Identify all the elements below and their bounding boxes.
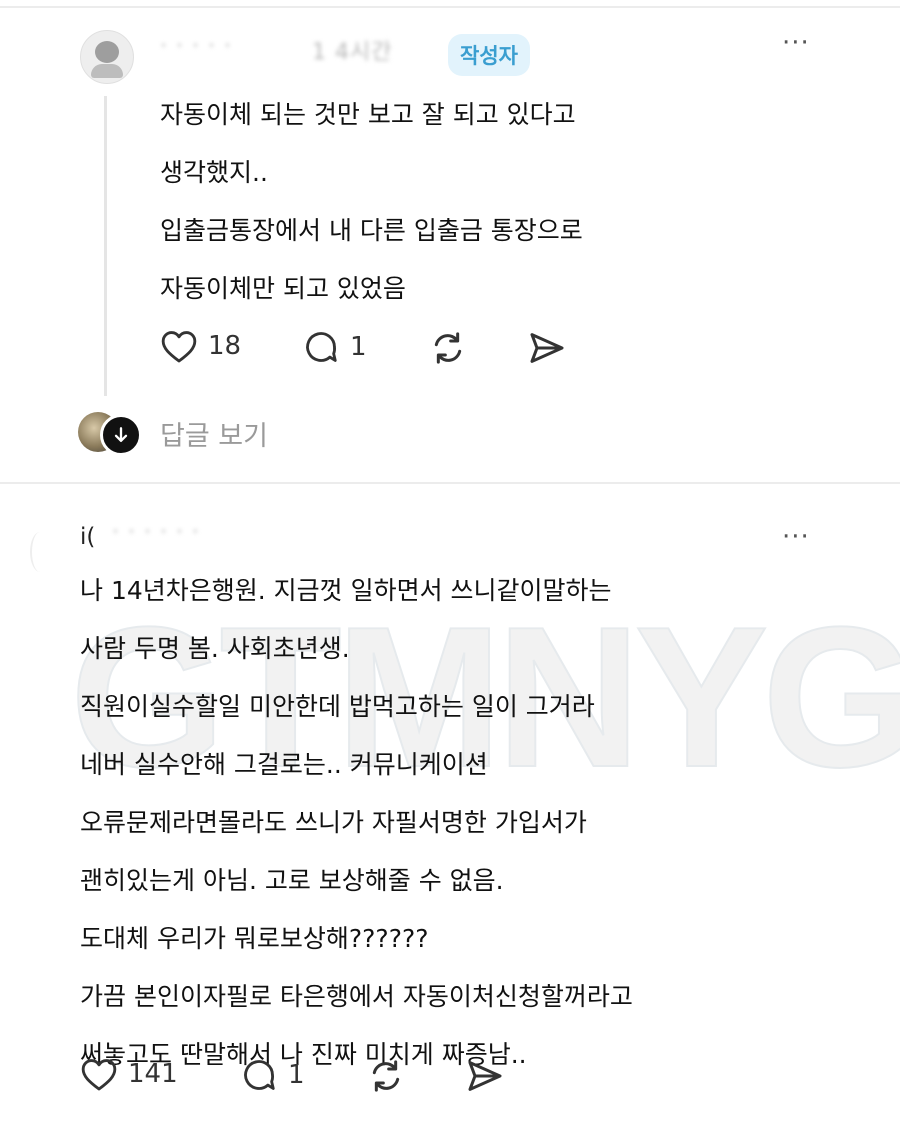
reply-count: 1 xyxy=(288,1060,305,1090)
comment-line: 네버 실수안해 그걸로는.. 커뮤니케이션 xyxy=(80,750,488,779)
comment-line: 도대체 우리가 뭐로보상해?????? xyxy=(80,924,429,953)
author-badge: 작성자 xyxy=(448,34,530,76)
comment-icon xyxy=(244,1060,275,1090)
like-count: 141 xyxy=(128,1059,178,1089)
reply-button[interactable]: 1 xyxy=(240,1056,305,1094)
comment-divider xyxy=(0,482,900,484)
comment-line: 오류문제라면몰라도 쓰니가 자필서명한 가입서가 xyxy=(80,808,587,837)
avatar-placeholder xyxy=(30,532,50,572)
comment-line: 자동이체 되는 것만 보고 잘 되고 있다고 xyxy=(160,100,576,129)
username[interactable]: · · · · · xyxy=(160,34,232,59)
comment-line: 사람 두명 봄. 사회초년생. xyxy=(80,634,350,663)
share-icon xyxy=(468,1061,502,1091)
like-button[interactable]: 141 xyxy=(80,1056,178,1092)
repost-button[interactable] xyxy=(366,1056,406,1096)
comment-line: 괜히있는게 아님. 고로 보상해줄 수 없음. xyxy=(80,866,504,895)
username[interactable]: i( xyxy=(80,524,95,550)
comment-text: 자동이체 되는 것만 보고 잘 되고 있다고 생각했지.. 입출금통장에서 내 … xyxy=(160,86,583,318)
like-button[interactable]: 18 xyxy=(160,328,241,364)
share-button[interactable] xyxy=(464,1056,506,1096)
comment-text: 나 14년차은행원. 지금껏 일하면서 쓰니같이말하는 사람 두명 봄. 사회초… xyxy=(80,562,633,1084)
avatar[interactable] xyxy=(80,30,134,84)
more-icon[interactable]: ··· xyxy=(782,524,810,550)
repost-button[interactable] xyxy=(428,328,468,368)
share-button[interactable] xyxy=(526,328,568,368)
more-icon[interactable]: ··· xyxy=(782,30,810,56)
avatar-shoulders xyxy=(91,64,123,78)
comment-line: 자동이체만 되고 있었음 xyxy=(160,274,406,303)
username-blurred: · · · · · · xyxy=(112,520,200,545)
timestamp: 1 4시간 xyxy=(312,40,393,65)
top-divider xyxy=(0,6,900,8)
reply-button[interactable]: 1 xyxy=(302,328,367,366)
arrow-down-icon xyxy=(100,414,142,456)
comment-line: 나 14년차은행원. 지금껏 일하면서 쓰니같이말하는 xyxy=(80,576,612,605)
thread-line xyxy=(104,96,107,396)
reply-count: 1 xyxy=(350,332,367,362)
like-count: 18 xyxy=(208,331,242,361)
comment-icon xyxy=(306,332,337,362)
heart-icon xyxy=(161,331,197,363)
comment-line: 직원이실수할일 미안한데 밥먹고하는 일이 그거라 xyxy=(80,692,595,721)
repost-icon xyxy=(434,332,462,364)
heart-icon xyxy=(81,1059,117,1091)
comment-line: 생각했지.. xyxy=(160,158,268,187)
share-icon xyxy=(530,333,564,363)
repost-icon xyxy=(372,1060,400,1092)
comment-line: 가끔 본인이자필로 타은행에서 자동이처신청할꺼라고 xyxy=(80,982,633,1011)
comment-line: 입출금통장에서 내 다른 입출금 통장으로 xyxy=(160,216,583,245)
view-replies-link[interactable]: 답글 보기 xyxy=(160,414,268,453)
avatar-figure xyxy=(95,41,119,63)
